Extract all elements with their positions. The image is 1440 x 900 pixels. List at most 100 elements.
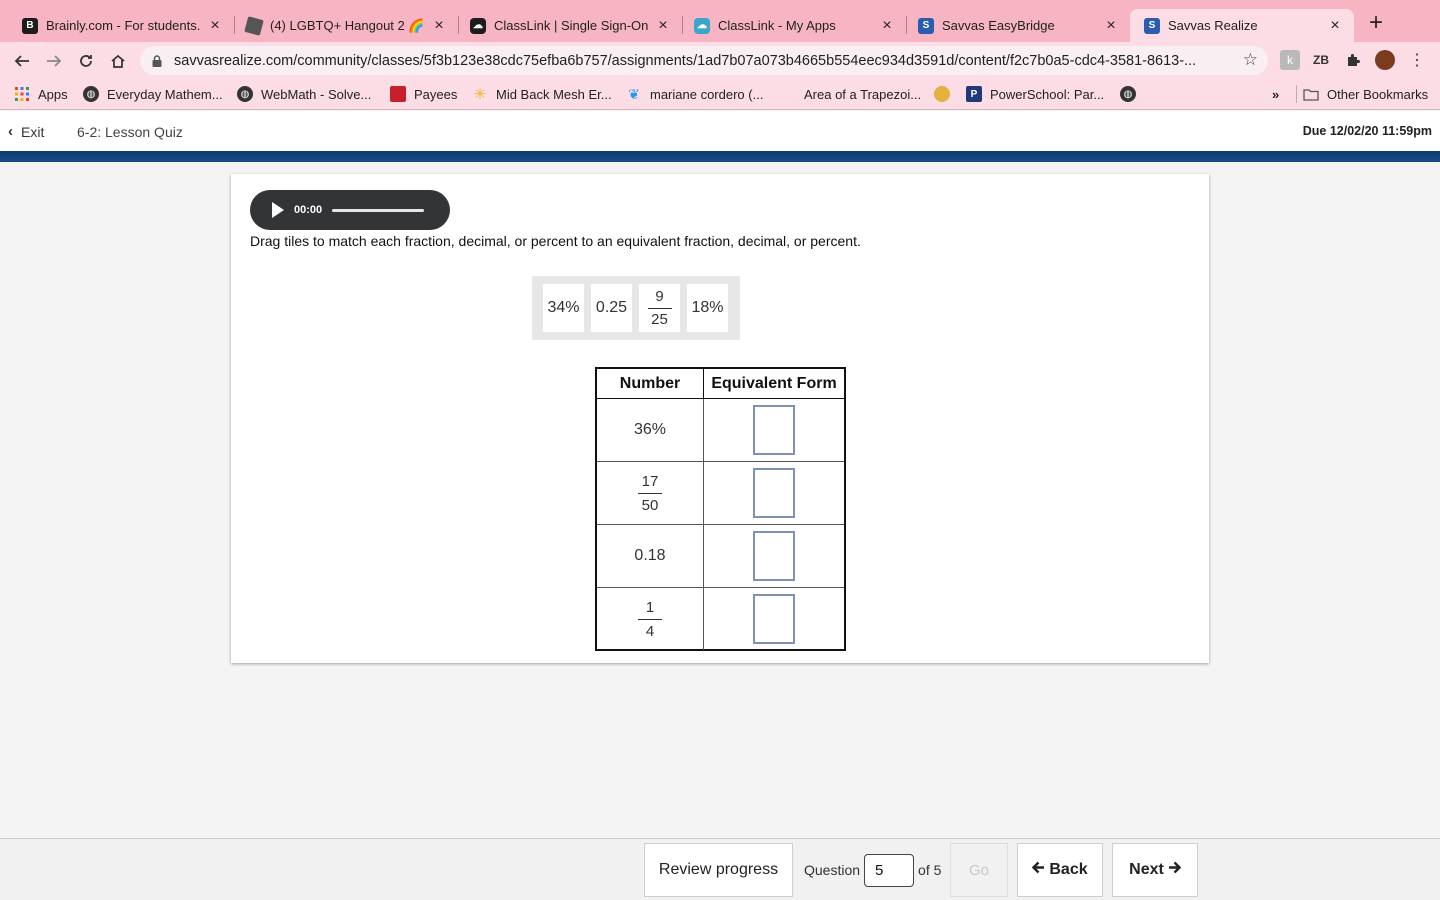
tab-title: Savvas Realize bbox=[1168, 18, 1258, 33]
folder-icon bbox=[1303, 86, 1319, 102]
question-number-input[interactable] bbox=[864, 853, 915, 887]
number-cell: 17 50 bbox=[597, 462, 704, 524]
drag-tile-9-25[interactable]: 9 25 bbox=[639, 284, 680, 332]
reload-icon[interactable] bbox=[73, 48, 99, 74]
tab-title: (4) LGBTQ+ Hangout 2 🌈 - bbox=[270, 17, 424, 33]
close-tab-icon[interactable]: × bbox=[878, 17, 896, 35]
bookmark-payees[interactable]: Payees bbox=[390, 85, 457, 103]
address-bar[interactable]: savvasrealize.com/community/classes/5f3b… bbox=[140, 46, 1268, 75]
drag-tile-0-25[interactable]: 0.25 bbox=[591, 284, 632, 332]
bookmark-star-icon[interactable]: ☆ bbox=[1243, 50, 1258, 70]
bookmark-webmath[interactable]: ◍ WebMath - Solve... bbox=[237, 85, 371, 103]
close-tab-icon[interactable]: × bbox=[1102, 17, 1120, 35]
next-label: Next bbox=[1129, 861, 1164, 878]
forward-arrow-icon[interactable] bbox=[41, 48, 67, 74]
column-header-equivalent-form: Equivalent Form bbox=[711, 374, 837, 392]
question-label: Question bbox=[804, 862, 861, 878]
extension-k-icon[interactable]: k bbox=[1280, 50, 1300, 70]
drop-target[interactable] bbox=[753, 468, 795, 518]
roblox-icon bbox=[244, 15, 264, 36]
tab-savvas-realize[interactable]: S Savvas Realize × bbox=[1130, 9, 1354, 42]
browser-toolbar: savvasrealize.com/community/classes/5f3b… bbox=[0, 42, 1440, 79]
tab-classlink-apps[interactable]: ☁ ClassLink - My Apps × bbox=[680, 9, 906, 42]
exit-button[interactable]: ‹ Exit bbox=[8, 123, 44, 140]
back-arrow-icon[interactable] bbox=[9, 48, 35, 74]
tab-lgbtq-hangout[interactable]: (4) LGBTQ+ Hangout 2 🌈 - × bbox=[232, 9, 458, 42]
number-cell: 1 4 bbox=[597, 588, 704, 650]
other-bookmarks[interactable]: Other Bookmarks bbox=[1296, 85, 1428, 103]
globe-icon: ◍ bbox=[83, 86, 99, 102]
column-header-number: Number bbox=[597, 369, 704, 398]
tile-bank: 34% 0.25 9 25 18% bbox=[532, 276, 740, 340]
extension-zb-icon[interactable]: ZB bbox=[1311, 50, 1331, 70]
bookmark-label: Mid Back Mesh Er... bbox=[496, 86, 612, 102]
bookmark-label: PowerSchool: Par... bbox=[990, 86, 1105, 102]
bookmark-label: mariane cordero (... bbox=[650, 86, 764, 102]
fraction-bar bbox=[638, 492, 662, 494]
browser-tab-strip: B Brainly.com - For students. B × (4) LG… bbox=[0, 0, 1440, 42]
close-tab-icon[interactable]: × bbox=[206, 17, 224, 35]
bookmark-emoji[interactable] bbox=[934, 85, 958, 103]
table-row: 17 50 bbox=[597, 462, 844, 525]
savvas-icon: S bbox=[1144, 17, 1160, 34]
bookmark-label: Apps bbox=[38, 86, 68, 102]
bookmark-globe[interactable]: ◍ bbox=[1120, 85, 1144, 103]
exit-label: Exit bbox=[21, 123, 45, 140]
matching-table: Number Equivalent Form 36% 17 50 0.18 1 … bbox=[595, 367, 846, 651]
browser-menu-icon[interactable]: ⋮ bbox=[1407, 50, 1427, 70]
tab-title: ClassLink - My Apps bbox=[718, 18, 836, 33]
audio-progress-slider[interactable] bbox=[332, 208, 425, 212]
drag-tile-18-percent[interactable]: 18% bbox=[687, 284, 728, 332]
bookmark-label: WebMath - Solve... bbox=[261, 86, 372, 102]
globe-icon: ◍ bbox=[237, 86, 253, 102]
close-tab-icon[interactable]: × bbox=[654, 17, 672, 35]
drop-target[interactable] bbox=[753, 405, 795, 455]
go-button[interactable]: Go bbox=[950, 843, 1008, 897]
fraction-denominator: 25 bbox=[651, 310, 668, 328]
bookmark-powerschool[interactable]: P PowerSchool: Par... bbox=[966, 85, 1104, 103]
arrow-right-icon bbox=[1168, 861, 1182, 879]
chevron-left-icon: ‹ bbox=[8, 123, 13, 140]
emoji-icon bbox=[934, 86, 950, 102]
header-accent-bar bbox=[0, 151, 1440, 162]
audio-time: 00:00 bbox=[294, 204, 323, 216]
table-header: Number Equivalent Form bbox=[597, 369, 844, 399]
drag-tile-34-percent[interactable]: 34% bbox=[543, 284, 584, 332]
review-progress-button[interactable]: Review progress bbox=[644, 843, 793, 897]
table-row: 0.18 bbox=[597, 525, 844, 588]
bookmark-mid-back-mesh[interactable]: ✳ Mid Back Mesh Er... bbox=[472, 85, 612, 103]
audio-player[interactable]: 00:00 bbox=[250, 190, 450, 230]
bookmark-apps[interactable]: Apps bbox=[14, 85, 68, 103]
quiz-title: 6-2: Lesson Quiz bbox=[77, 124, 183, 140]
new-tab-button[interactable]: + bbox=[1364, 11, 1388, 36]
fraction-denominator: 4 bbox=[645, 622, 655, 640]
bookmarks-overflow-button[interactable]: » bbox=[1272, 85, 1279, 103]
question-navigator: Question of 5 bbox=[792, 843, 941, 897]
close-tab-icon[interactable]: × bbox=[430, 17, 448, 35]
fraction-bar bbox=[638, 618, 662, 620]
bookmark-everyday-math[interactable]: ◍ Everyday Mathem... bbox=[83, 85, 223, 103]
next-button[interactable]: Next bbox=[1112, 843, 1198, 897]
tab-title: Savvas EasyBridge bbox=[942, 18, 1055, 33]
fraction-bar bbox=[647, 307, 672, 309]
walmart-icon: ✳ bbox=[473, 86, 487, 103]
drop-target[interactable] bbox=[753, 594, 795, 644]
tab-savvas-easybridge[interactable]: S Savvas EasyBridge × bbox=[904, 9, 1130, 42]
play-icon[interactable] bbox=[272, 202, 284, 218]
profile-avatar[interactable] bbox=[1375, 50, 1395, 70]
extensions-puzzle-icon[interactable] bbox=[1343, 50, 1363, 70]
bookmark-label: Everyday Mathem... bbox=[107, 86, 223, 102]
question-total: of 5 bbox=[918, 862, 942, 878]
question-card: 00:00 Drag tiles to match each fraction,… bbox=[231, 174, 1209, 663]
back-button[interactable]: Back bbox=[1017, 843, 1103, 897]
close-tab-icon[interactable]: × bbox=[1326, 17, 1344, 35]
tab-classlink-sso[interactable]: ☁ ClassLink | Single Sign-On fo × bbox=[456, 9, 682, 42]
home-icon[interactable] bbox=[105, 48, 131, 74]
payees-icon bbox=[390, 86, 406, 102]
bookmark-mariane-cordero[interactable]: ❦ mariane cordero (... bbox=[626, 85, 763, 103]
bookmark-area-trapezoid[interactable]: Area of a Trapezoi... bbox=[804, 85, 921, 103]
url-text: savvasrealize.com/community/classes/5f3b… bbox=[174, 52, 1197, 69]
powerschool-icon: P bbox=[966, 86, 982, 102]
tab-brainly[interactable]: B Brainly.com - For students. B × bbox=[8, 9, 234, 42]
drop-target[interactable] bbox=[753, 531, 795, 581]
